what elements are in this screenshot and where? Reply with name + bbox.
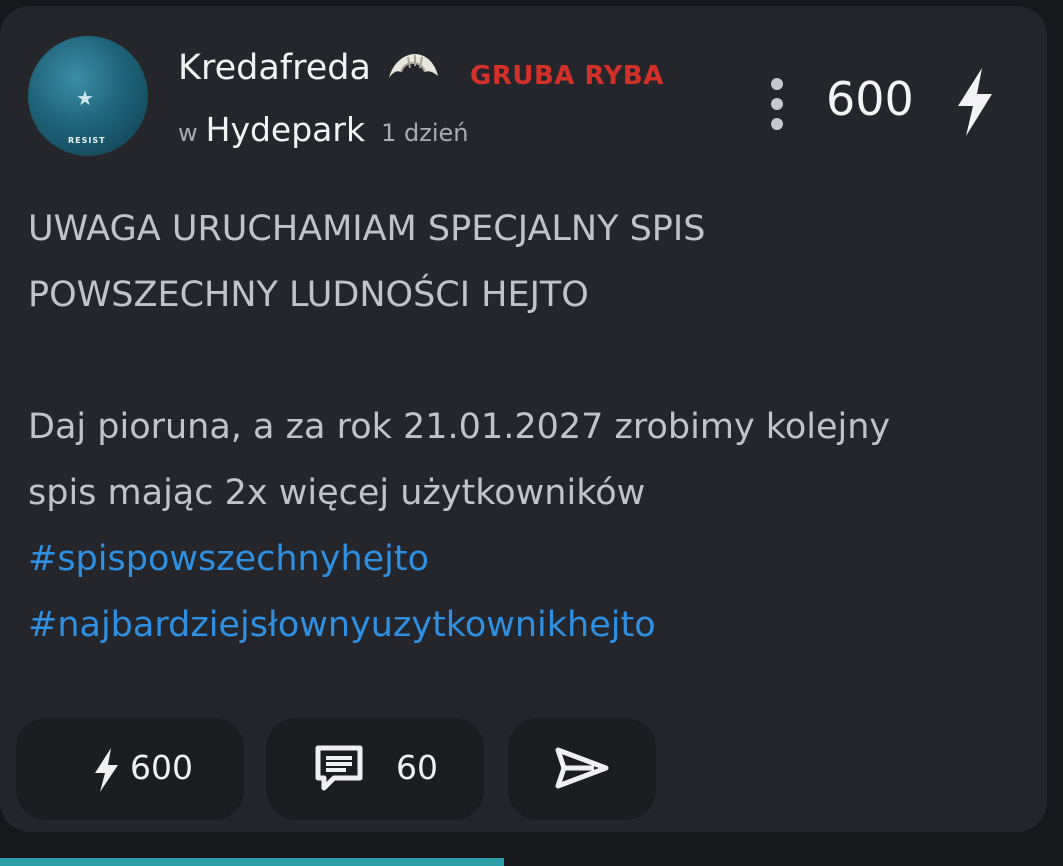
- croissant-icon: [388, 54, 438, 78]
- post-line: UWAGA URUCHAMIAM SPECJALNY SPIS: [28, 209, 706, 249]
- comment-count: 60: [396, 748, 438, 787]
- comment-icon: [315, 745, 363, 791]
- more-vertical-icon[interactable]: [766, 78, 788, 130]
- progress-bar: [0, 858, 504, 866]
- send-icon: [555, 747, 609, 789]
- like-count: 600: [130, 748, 193, 787]
- post-content: UWAGA URUCHAMIAM SPECJALNY SPIS POWSZECH…: [28, 196, 1018, 658]
- bolt-icon: [95, 748, 118, 792]
- author-row: Kredafreda: [178, 48, 441, 88]
- comment-button[interactable]: 60: [266, 718, 484, 820]
- post-line: Daj pioruna, a za rok 21.01.2027 zrobimy…: [28, 407, 891, 447]
- community-link[interactable]: Hydepark: [206, 110, 365, 149]
- community-row: w Hydepark 1 dzień: [178, 110, 468, 149]
- bolt-icon[interactable]: [952, 66, 996, 138]
- post-time: 1 dzień: [381, 119, 469, 147]
- rank-badge: GRUBA RYBA: [470, 61, 664, 91]
- post-card: ★ RESIST Kredafreda GRUBA RYBA w Hydepar…: [0, 6, 1047, 832]
- post-score: 600: [826, 72, 914, 126]
- share-button[interactable]: [508, 718, 656, 820]
- hashtag-link[interactable]: #najbardziejsłownyuzytkownikhejto: [28, 592, 1018, 658]
- post-line: POWSZECHNY LUDNOŚCI HEJTO: [28, 275, 589, 315]
- post-line: spis mając 2x więcej użytkowników: [28, 473, 646, 513]
- avatar[interactable]: ★ RESIST: [28, 36, 148, 156]
- author-name[interactable]: Kredafreda: [178, 48, 371, 88]
- avatar-star-icon: ★: [76, 86, 94, 110]
- avatar-text: RESIST: [68, 136, 106, 145]
- hashtag-link[interactable]: #spispowszechnyhejto: [28, 526, 1018, 592]
- like-button[interactable]: 600: [16, 718, 244, 820]
- community-prefix: w: [178, 119, 198, 147]
